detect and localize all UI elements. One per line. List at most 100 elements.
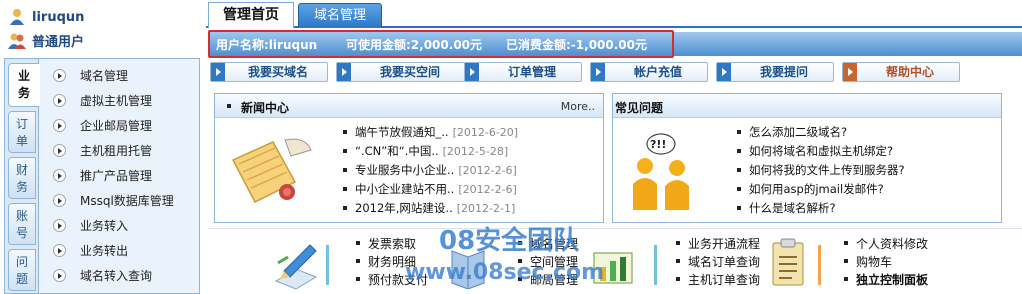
finance-links: 发票索取 财务明细 预付款支付	[356, 235, 428, 289]
scroll-icon	[231, 138, 312, 203]
arrow-icon	[843, 63, 857, 81]
news-date: [2012-2-6]	[458, 164, 517, 177]
news-text: “.CN”和“.中国..	[355, 144, 439, 158]
button-label: 订单管理	[507, 65, 556, 79]
arrow-icon	[53, 69, 66, 82]
vtab-label: 订单	[15, 117, 28, 148]
news-text: 专业服务中小企业..	[355, 163, 455, 177]
ask-question-button[interactable]: 我要提问	[716, 62, 834, 82]
nav-item-label: 域名转入查询	[80, 269, 153, 283]
host-order-query-link[interactable]: 主机订单查询	[676, 271, 760, 289]
news-item[interactable]: “.CN”和“.中国.. [2012-5-28]	[341, 143, 518, 162]
vtab-business[interactable]: 业务	[8, 63, 40, 107]
nav-item-label: Mssql数据库管理	[80, 194, 174, 208]
button-label: 帮助中心	[885, 65, 934, 79]
news-item[interactable]: 2012年,网站建设.. [2012-2-1]	[341, 200, 518, 219]
nav-item-label: 主机租用托管	[80, 144, 153, 158]
order-management-button[interactable]: 订单管理	[464, 62, 582, 82]
news-item[interactable]: 端午节放假通知_.. [2012-6-20]	[341, 124, 518, 143]
prepayment-link[interactable]: 预付款支付	[356, 271, 428, 289]
tab-domain-management[interactable]: 域名管理	[298, 3, 382, 28]
vtab-finance[interactable]: 财务	[8, 157, 36, 199]
news-panel-header: 新闻中心 More..	[215, 94, 603, 118]
news-date: [2012-2-1]	[456, 202, 516, 215]
profile-edit-link[interactable]: 个人资料修改	[844, 235, 928, 253]
svg-text:?!!: ?!!	[650, 138, 666, 151]
people-question-icon: ?!!	[633, 133, 689, 210]
nav-item-host-rental[interactable]: 主机租用托管	[43, 138, 193, 163]
news-date: [2012-2-6]	[458, 183, 517, 196]
business-process-link[interactable]: 业务开通流程	[676, 235, 760, 253]
news-date: [2012-5-28]	[442, 145, 509, 158]
arrow-icon	[53, 269, 66, 282]
arrow-icon	[53, 169, 66, 182]
arrow-icon	[717, 63, 731, 81]
arrow-icon	[53, 144, 66, 157]
arrow-icon	[337, 63, 351, 81]
faq-item[interactable]: 什么是域名解析?	[735, 200, 905, 219]
nav-item-label: 业务转入	[80, 219, 129, 233]
shopping-cart-link[interactable]: 购物车	[844, 253, 928, 271]
faq-item[interactable]: 如何将域名和虚拟主机绑定?	[735, 143, 905, 162]
domain-order-query-link[interactable]: 域名订单查询	[676, 253, 760, 271]
help-center-button[interactable]: 帮助中心	[842, 62, 960, 82]
faq-item[interactable]: 怎么添加二级域名?	[735, 124, 905, 143]
buy-hosting-button[interactable]: 我要买空间	[336, 62, 466, 82]
tab-home[interactable]: 管理首页	[208, 2, 294, 28]
vtab-questions[interactable]: 问题	[8, 249, 36, 291]
account-links: 个人资料修改 购物车 独立控制面板	[844, 235, 928, 289]
nav-item-label: 业务转出	[80, 244, 129, 258]
news-item[interactable]: 专业服务中小企业.. [2012-2-6]	[341, 162, 518, 181]
nav-item-promotion[interactable]: 推广产品管理	[43, 163, 193, 188]
news-panel: 新闻中心 More.. 端午节放假通知_.. [2012-6-20] “.CN”和…	[214, 93, 604, 223]
user-type-row: 普通用户	[8, 31, 84, 50]
nav-item-virtual-host[interactable]: 虚拟主机管理	[43, 88, 193, 113]
news-text: 中小企业建站不用..	[355, 182, 455, 196]
bottom-links-area: 发票索取 财务明细 预付款支付 域名管理 空间管理 邮局管理 业务开通流程 域名…	[208, 228, 1022, 294]
info-username: 用户名称:liruqun	[216, 38, 318, 52]
top-tab-bar: 管理首页 域名管理	[206, 0, 1022, 28]
service-links: 域名管理 空间管理 邮局管理	[518, 235, 578, 289]
nav-item-transfer-out[interactable]: 业务转出	[43, 238, 193, 263]
news-more-link[interactable]: More..	[561, 100, 595, 113]
finance-detail-link[interactable]: 财务明细	[356, 253, 428, 271]
nav-item-label: 虚拟主机管理	[80, 94, 153, 108]
clipboard-icon	[772, 238, 804, 286]
arrow-icon	[53, 194, 66, 207]
nav-item-transfer-in[interactable]: 业务转入	[43, 213, 193, 238]
nav-item-label: 域名管理	[80, 69, 129, 83]
mail-management-link[interactable]: 邮局管理	[518, 271, 578, 289]
nav-item-domain-transfer-query[interactable]: 域名转入查询	[43, 263, 193, 288]
news-item[interactable]: 中小企业建站不用.. [2012-2-6]	[341, 181, 518, 200]
buy-domain-button[interactable]: 我要买域名	[210, 62, 328, 82]
vtab-orders[interactable]: 订单	[8, 111, 36, 153]
button-label: 我要买空间	[379, 65, 440, 79]
separator	[818, 245, 821, 285]
arrow-icon	[465, 63, 479, 81]
account-recharge-button[interactable]: 帐户充值	[590, 62, 708, 82]
faq-item[interactable]: 如何用asp的jmail发邮件?	[735, 181, 905, 200]
user-type: 普通用户	[32, 35, 85, 50]
nav-item-domain-management[interactable]: 域名管理	[43, 63, 193, 88]
user-icon	[10, 9, 24, 25]
nav-item-mssql[interactable]: Mssql数据库管理	[43, 188, 193, 213]
domain-management-link[interactable]: 域名管理	[518, 235, 578, 253]
nav-list: 域名管理 虚拟主机管理 企业邮局管理 主机租用托管 推广产品管理 Mssql数据…	[43, 63, 193, 288]
control-panel-link[interactable]: 独立控制面板	[844, 271, 928, 289]
vtab-account[interactable]: 账号	[8, 203, 36, 245]
invoice-request-link[interactable]: 发票索取	[356, 235, 428, 253]
info-spent-amount: 已消费金额:-1,000.00元	[506, 38, 647, 52]
hosting-management-link[interactable]: 空间管理	[518, 253, 578, 271]
arrow-icon	[53, 244, 66, 257]
faq-item[interactable]: 如何将我的文件上传到服务器?	[735, 162, 905, 181]
users-icon	[8, 33, 26, 49]
nav-item-enterprise-mail[interactable]: 企业邮局管理	[43, 113, 193, 138]
vtab-label: 问题	[15, 255, 28, 286]
user-panel: liruqun 普通用户	[0, 0, 200, 58]
chart-icon	[593, 252, 633, 284]
vtab-label: 账号	[15, 209, 28, 240]
arrow-icon	[53, 219, 66, 232]
info-available-balance: 可使用金额:2,000.00元	[346, 38, 483, 52]
vtab-label: 财务	[15, 163, 28, 194]
left-navigation: 业务 订单 财务 账号 问题 域名管理 虚拟主机管理 企业邮局管理 主机租用托管…	[4, 58, 200, 294]
